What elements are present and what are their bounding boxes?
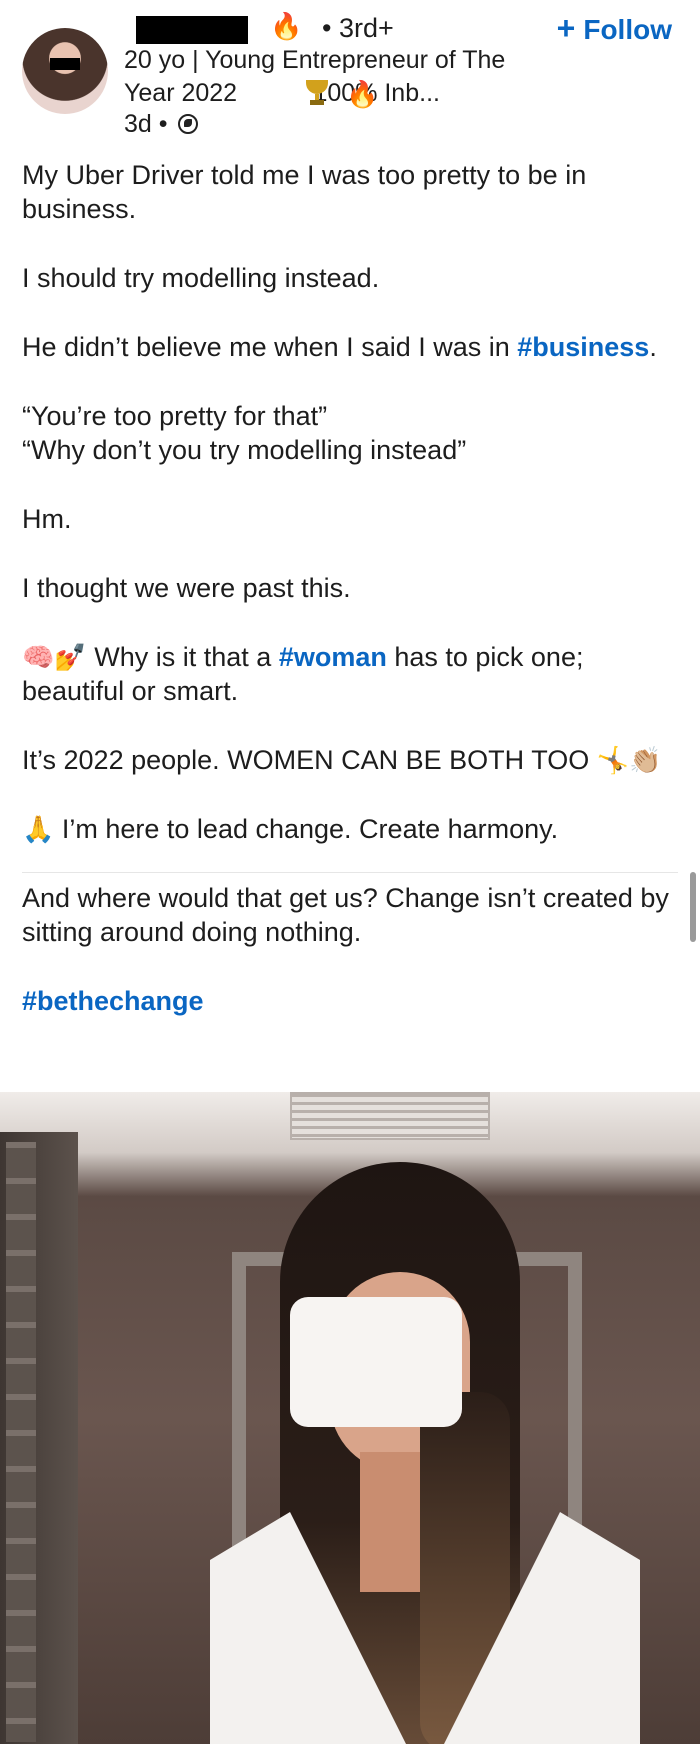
- connection-degree: • 3rd+: [322, 13, 394, 43]
- fire-icon: 🔥: [270, 11, 303, 41]
- post-photo[interactable]: [0, 1092, 700, 1744]
- photo-rail: [6, 1142, 36, 1742]
- post-paragraph: 🙏 I’m here to lead change. Create harmon…: [22, 812, 672, 846]
- text-span: .: [649, 332, 657, 362]
- hashtag-bethechange-link[interactable]: #bethechange: [22, 986, 204, 1016]
- text-span: I’m here to lead change. Create harmony.: [54, 814, 559, 844]
- face-redaction: [290, 1297, 462, 1427]
- author-headline: 20 yo | Young Entrepreneur of The Year 2…: [124, 46, 506, 107]
- plus-icon: +: [556, 10, 576, 46]
- hashtag-business-link[interactable]: #business: [517, 332, 649, 362]
- scrollbar[interactable]: [690, 872, 696, 942]
- post-paragraph: #bethechange: [22, 984, 672, 1018]
- text-span: He didn’t believe me when I said I was i…: [22, 332, 518, 362]
- brain-nail-polish-icon: 🧠💅: [22, 642, 87, 672]
- follow-label: Follow: [583, 14, 672, 45]
- text-span: Why is it that a: [86, 642, 279, 672]
- hashtag-woman-link[interactable]: #woman: [279, 642, 387, 672]
- post-paragraph: Hm.: [22, 504, 72, 534]
- author-avatar[interactable]: [22, 28, 108, 114]
- post-timestamp: 3d •: [124, 110, 168, 138]
- post-meta: 3d •: [124, 108, 198, 140]
- cartwheel-clap-icon: 🤸👏🏼: [596, 745, 662, 775]
- follow-button[interactable]: + Follow: [557, 10, 672, 48]
- post-paragraph: I should try modelling instead.: [22, 263, 380, 293]
- photo-vent: [290, 1092, 490, 1140]
- folded-hands-icon: 🙏: [22, 814, 55, 844]
- globe-icon: [177, 114, 198, 134]
- author-name-redacted[interactable]: [136, 16, 248, 44]
- post-header: 🔥 • 3rd+ + Follow 20 yo | Young Entrepren…: [0, 0, 700, 150]
- post-paragraph: It’s 2022 people. WOMEN CAN BE BOTH TOO …: [22, 743, 672, 777]
- post-paragraph: 🧠💅 Why is it that a #woman has to pick o…: [22, 640, 672, 708]
- post-body: My Uber Driver told me I was too pretty …: [22, 158, 672, 1053]
- post-paragraph: My Uber Driver told me I was too pretty …: [22, 160, 587, 224]
- divider: [22, 872, 678, 873]
- post-paragraph: He didn’t believe me when I said I was i…: [22, 330, 672, 364]
- post-paragraph: “You’re too pretty for that” “Why don’t …: [22, 401, 467, 465]
- post-paragraph: And where would that get us? Change isn’…: [22, 883, 669, 947]
- text-span: It’s 2022 people. WOMEN CAN BE BOTH TOO: [22, 745, 597, 775]
- trophy-icon: [306, 80, 328, 106]
- post-paragraph: I thought we were past this.: [22, 573, 351, 603]
- avatar-redaction: [50, 58, 80, 70]
- fire-icon: 🔥: [346, 79, 379, 109]
